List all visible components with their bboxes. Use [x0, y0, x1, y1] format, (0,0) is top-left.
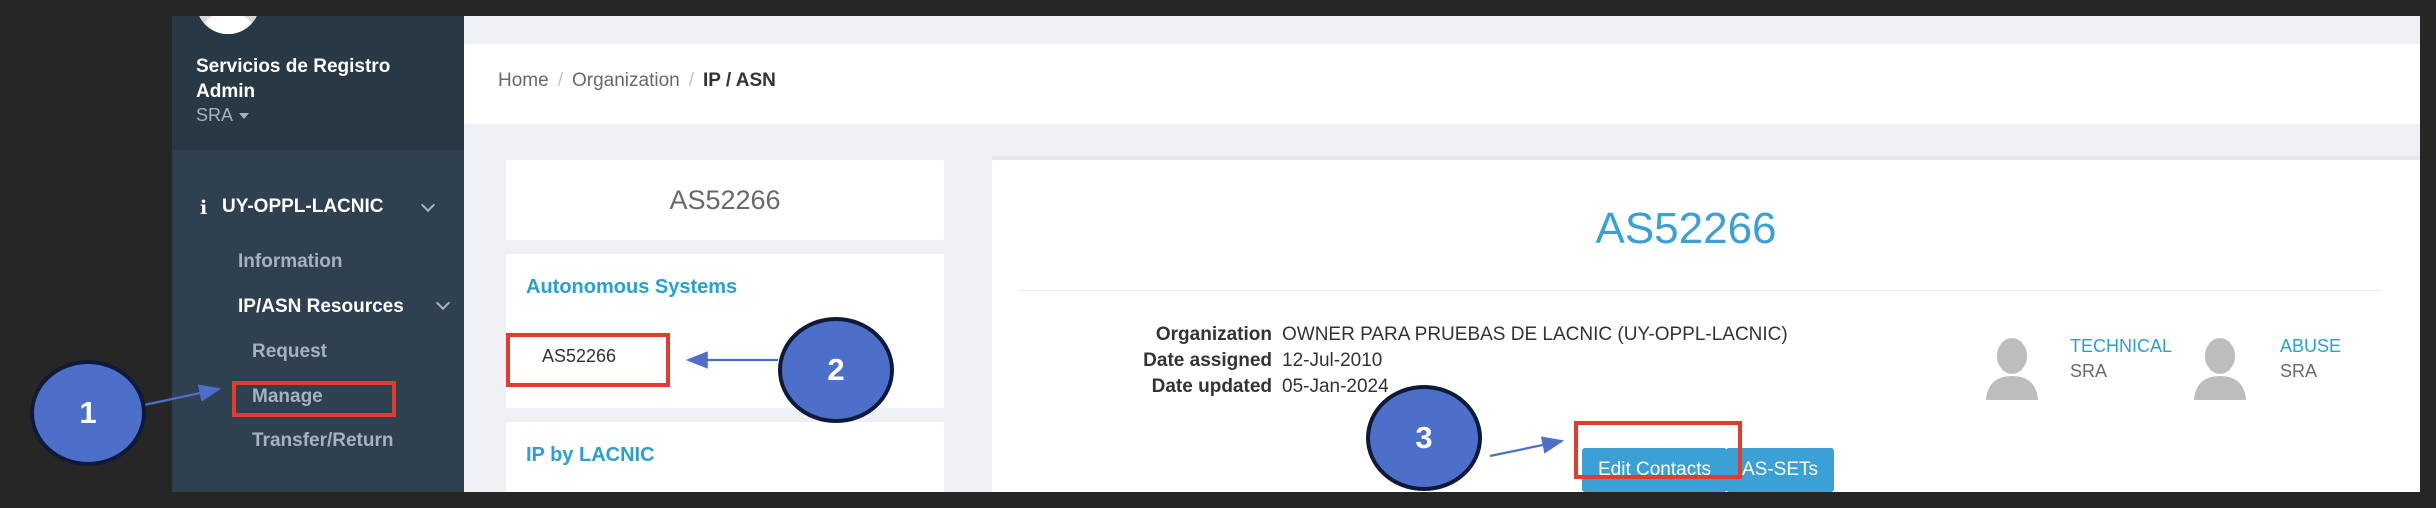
arrow-step1 [143, 384, 222, 407]
arrow-step3 [1489, 436, 1565, 458]
annotation-arrows [143, 351, 1565, 458]
step-marker-2: 2 [778, 317, 894, 423]
step-marker-1: 1 [30, 360, 146, 466]
step-marker-3: 3 [1366, 385, 1482, 491]
